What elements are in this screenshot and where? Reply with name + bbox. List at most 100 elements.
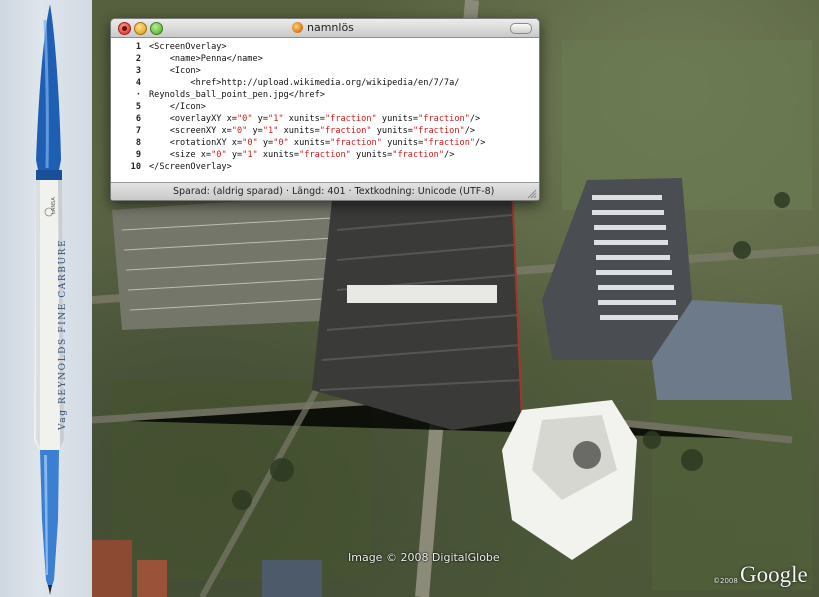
code-token: <screenXY x= — [169, 126, 232, 136]
code-token: <ScreenOverlay> — [149, 42, 227, 52]
code-token: Reynolds_ball_point_pen.jpg</href> — [149, 90, 325, 100]
code-string-token: "1" — [242, 150, 258, 160]
code-editor[interactable]: 1 <ScreenOverlay> 2 <name>Penna</name> 3 <I… — [111, 38, 539, 182]
code-string-token: "fraction" — [330, 138, 382, 148]
pen-image — [34, 4, 64, 595]
code-line[interactable]: 10 </ScreenOverlay> — [111, 161, 539, 173]
code-token: xunits= — [278, 126, 320, 136]
code-text: <rotationXY x="0" y="0" xunits="fraction… — [149, 137, 486, 149]
code-text: <name>Penna</name> — [149, 53, 263, 65]
google-logo: Google — [740, 562, 808, 587]
code-token: xunits= — [257, 150, 300, 160]
code-text: <ScreenOverlay> — [149, 41, 227, 53]
code-line[interactable]: 7 <screenXY x="0" y="1" xunits="fraction… — [111, 125, 539, 137]
code-string-token: "0" — [273, 138, 289, 148]
code-string-token: "1" — [262, 126, 279, 136]
code-text: Reynolds_ball_point_pen.jpg</href> — [149, 89, 325, 101]
code-token: yunits= — [381, 138, 424, 148]
line-number: 5 — [135, 102, 141, 112]
code-string-token: "0" — [236, 114, 253, 124]
code-line[interactable]: 9 <size x="0" y="1" xunits="fraction" yu… — [111, 149, 539, 161]
code-line[interactable]: 4 <href>http://upload.wikimedia.org/wiki… — [111, 77, 539, 89]
code-text: <Icon> — [149, 65, 201, 77]
pen-brand-mark: LANSA — [51, 197, 57, 214]
logo-copyright: ©2008 — [713, 577, 738, 585]
code-text: <size x="0" y="1" xunits="fraction" yuni… — [149, 149, 455, 161]
imagery-credit: Image © 2008 DigitalGlobe — [348, 551, 500, 564]
document-icon — [292, 22, 303, 33]
zoom-button[interactable] — [150, 22, 163, 35]
toolbar-toggle-button[interactable] — [510, 23, 532, 34]
code-token: xunits= — [288, 138, 331, 148]
code-line[interactable]: 8 <rotationXY x="0" y="0" xunits="fracti… — [111, 137, 539, 149]
code-token: /> — [464, 126, 476, 136]
code-token: /> — [444, 150, 455, 160]
line-number: 10 — [130, 162, 141, 172]
code-token: yunits= — [350, 150, 393, 160]
code-line[interactable]: 2 <name>Penna</name> — [111, 53, 539, 65]
code-token: <size x= — [169, 150, 212, 160]
code-line[interactable]: 1 <ScreenOverlay> — [111, 41, 539, 53]
code-token: y= — [257, 138, 274, 148]
code-token: <overlayXY x= — [169, 114, 237, 124]
code-token: </Icon> — [169, 102, 206, 112]
status-bar: Sparad: (aldrig sparad) · Längd: 401 · T… — [111, 182, 539, 200]
code-string-token: "1" — [268, 114, 284, 124]
code-token: y= — [252, 114, 269, 124]
line-number: 3 — [135, 66, 141, 76]
code-string-token: "fraction" — [392, 150, 445, 160]
code-line[interactable]: 3 <Icon> — [111, 65, 539, 77]
code-string-token: "0" — [242, 138, 258, 148]
code-text: <screenXY x="0" y="1" xunits="fraction" … — [149, 125, 475, 137]
code-line[interactable]: 5 </Icon> — [111, 101, 539, 113]
code-string-token: "fraction" — [418, 114, 470, 124]
code-token: <rotationXY x= — [169, 138, 243, 148]
pen-imprint: Vag REYNOLDS FINE CARBURE — [58, 238, 68, 430]
minimize-button[interactable] — [134, 22, 147, 35]
code-line[interactable]: 6 <overlayXY x="0" y="1" xunits="fractio… — [111, 113, 539, 125]
code-token: xunits= — [283, 114, 325, 124]
title-bar[interactable]: namnlös — [111, 19, 539, 38]
code-string-token: "fraction" — [324, 114, 377, 124]
line-number: 9 — [135, 150, 141, 160]
code-token: <name>Penna</name> — [169, 54, 263, 64]
line-number: 8 — [135, 138, 141, 148]
code-token: <Icon> — [169, 66, 201, 76]
code-text: <href>http://upload.wikimedia.org/wikipe… — [149, 77, 459, 89]
line-number: 4 — [135, 78, 141, 88]
resize-grip-icon[interactable] — [527, 189, 537, 199]
code-string-token: "fraction" — [319, 126, 372, 136]
line-number: 7 — [135, 126, 141, 136]
code-text: </ScreenOverlay> — [149, 161, 232, 173]
code-line[interactable]: · Reynolds_ball_point_pen.jpg</href> — [111, 89, 539, 101]
code-text: </Icon> — [149, 101, 206, 113]
code-token: /> — [469, 114, 481, 124]
code-token: y= — [226, 150, 243, 160]
status-text: Sparad: (aldrig sparad) · Längd: 401 · T… — [173, 186, 495, 197]
code-string-token: "fraction" — [423, 138, 476, 148]
line-number: 6 — [135, 114, 141, 124]
code-token: <href>http://upload.wikimedia.org/wikipe… — [190, 78, 460, 88]
line-number: 2 — [135, 54, 141, 64]
line-number: · — [135, 90, 141, 100]
code-string-token: "0" — [231, 126, 248, 136]
close-button[interactable] — [118, 22, 131, 35]
code-string-token: "fraction" — [299, 150, 351, 160]
window-title: namnlös — [307, 21, 354, 34]
text-editor-window[interactable]: namnlös 1 <ScreenOverlay> 2 <name>Penna</n… — [110, 18, 540, 201]
code-token: /> — [475, 138, 486, 148]
code-token: </ScreenOverlay> — [149, 162, 232, 172]
code-token: yunits= — [376, 114, 419, 124]
code-token: y= — [247, 126, 263, 136]
code-string-token: "0" — [211, 150, 227, 160]
code-string-token: "fraction" — [412, 126, 465, 136]
pen-photo: LANSA Vag REYNOLDS FINE CARBURE — [0, 0, 92, 597]
